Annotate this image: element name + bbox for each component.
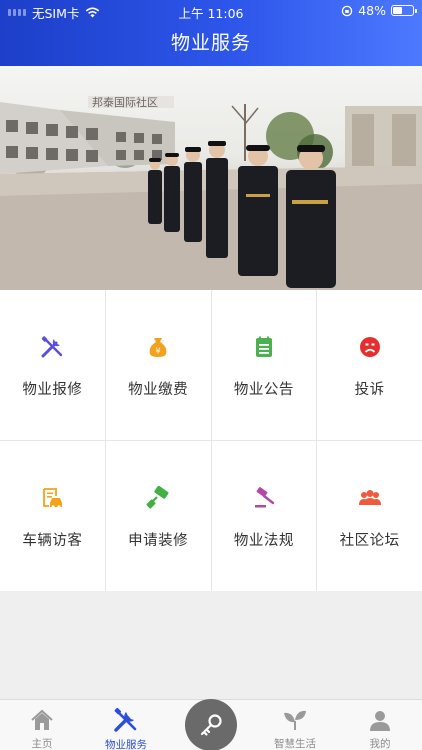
banner-sign-text: 邦泰国际社区 [92, 95, 158, 109]
tab-smart-life[interactable]: 智慧生活 [253, 700, 337, 750]
tab-label: 我的 [369, 738, 391, 750]
service-notice[interactable]: 物业公告 [211, 290, 317, 440]
repair-tools-icon [39, 334, 65, 360]
tab-home[interactable]: 主页 [0, 700, 84, 750]
service-regulations[interactable]: 物业法规 [211, 441, 317, 591]
service-label: 投诉 [354, 382, 385, 398]
service-label: 物业法规 [233, 533, 294, 549]
page-title: 物业服务 [170, 32, 251, 54]
paint-roller-icon [145, 485, 171, 511]
service-label: 申请装修 [128, 533, 189, 549]
tab-mine[interactable]: 我的 [338, 700, 422, 750]
banner-image: 邦泰国际社区 [0, 66, 422, 290]
service-label: 车辆访客 [22, 533, 83, 549]
key-button[interactable] [185, 699, 237, 750]
property-service-icon [113, 707, 139, 733]
tab-label: 智慧生活 [274, 738, 316, 750]
service-payment[interactable]: ¥ 物业缴费 [105, 290, 211, 440]
service-vehicle-visitor[interactable]: 车辆访客 [0, 441, 105, 591]
home-icon [30, 707, 54, 732]
battery-percent: 48% [358, 3, 386, 18]
notice-board-icon [251, 334, 277, 360]
tab-property-service[interactable]: 物业服务 [84, 700, 168, 750]
header: 无SIM卡 上午 11:06 48% 物业服务 [0, 0, 422, 66]
status-bar: 无SIM卡 上午 11:06 48% [0, 0, 422, 22]
community-people-icon [357, 485, 383, 511]
tab-label: 主页 [31, 738, 53, 750]
tab-label: 物业服务 [105, 739, 147, 750]
key-icon [200, 714, 222, 736]
user-icon [368, 707, 392, 732]
money-bag-icon: ¥ [145, 334, 171, 360]
service-label: 物业报修 [22, 382, 83, 398]
service-label: 社区论坛 [339, 533, 400, 549]
service-renovation[interactable]: 申请装修 [105, 441, 211, 591]
service-complaint[interactable]: 投诉 [317, 290, 422, 440]
service-repair[interactable]: 物业报修 [0, 290, 105, 440]
security-guards-photo: 邦泰国际社区 [0, 95, 422, 290]
battery-icon [391, 5, 417, 16]
svg-text:¥: ¥ [156, 347, 161, 356]
vehicle-visitor-icon [39, 485, 65, 511]
service-label: 物业公告 [233, 382, 294, 398]
sad-face-icon [357, 334, 383, 360]
sprout-icon [282, 707, 308, 732]
orientation-lock-icon [341, 5, 353, 16]
service-forum[interactable]: 社区论坛 [317, 441, 422, 591]
service-label: 物业缴费 [128, 382, 189, 398]
service-grid: 物业报修 ¥ 物业缴费 物业公告 投诉 车辆访客 申请装修 物业法规 社区论坛 [0, 290, 422, 591]
gavel-icon [251, 485, 277, 511]
